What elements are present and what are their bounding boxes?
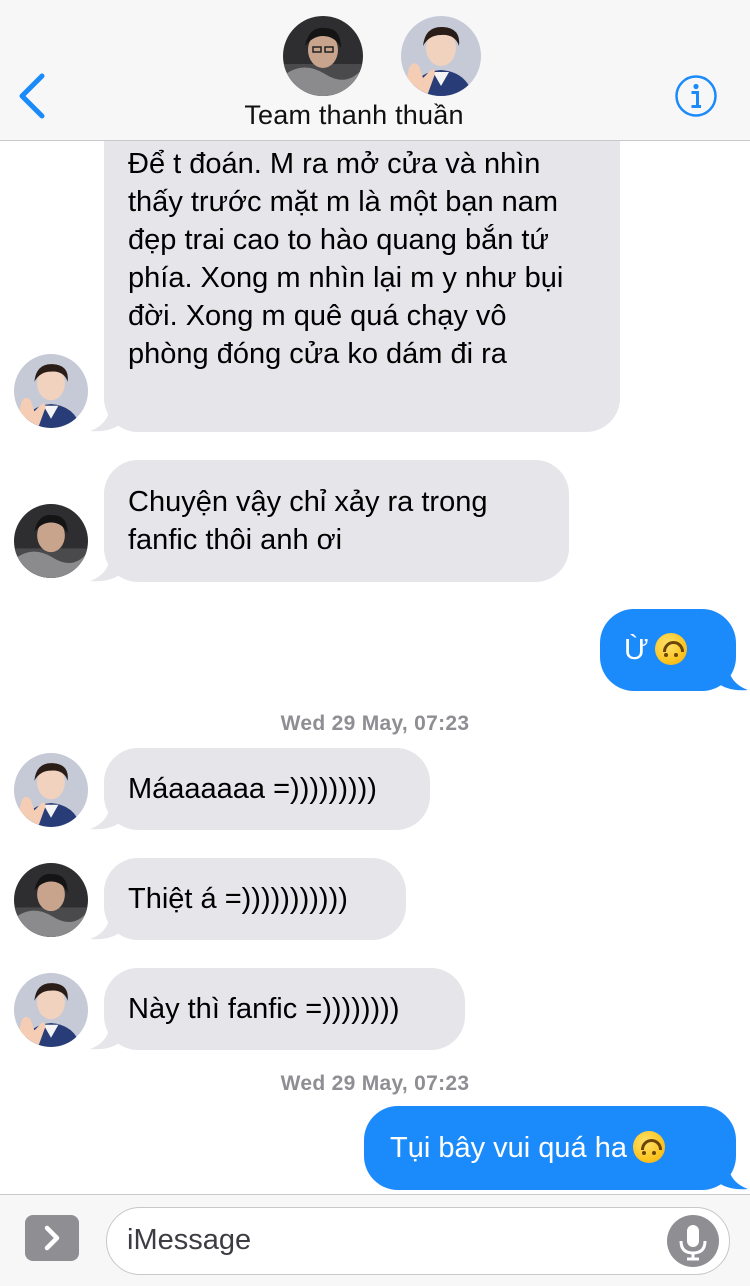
outgoing-message-bubble[interactable]: Tụi bây vui quá ha bbox=[364, 1106, 736, 1190]
person-photo-icon bbox=[401, 16, 481, 96]
compose-bar: iMessage bbox=[0, 1194, 750, 1286]
message-text: Thiệt á =))))))))))) bbox=[128, 883, 348, 915]
message-text: Tụi bây vui quá ha bbox=[390, 1132, 627, 1164]
avatar-friend-b[interactable] bbox=[14, 354, 88, 428]
group-avatars[interactable] bbox=[0, 0, 750, 100]
message-text: Chuyện vậy chỉ xảy ra trong fanfic thôi … bbox=[128, 486, 488, 556]
avatar-friend-b[interactable] bbox=[401, 16, 481, 96]
bubble-tail bbox=[90, 549, 124, 582]
info-icon[interactable] bbox=[674, 74, 718, 118]
bubble-tail bbox=[714, 658, 748, 691]
bubble-tail bbox=[90, 1017, 124, 1050]
bubble-tail bbox=[90, 907, 124, 940]
message-text: Để t đoán. M ra mở cửa và nhìn thấy trướ… bbox=[128, 148, 564, 370]
incoming-message-bubble[interactable]: Này thì fanfic =)))))))) bbox=[104, 968, 465, 1050]
avatar-friend-a[interactable] bbox=[14, 863, 88, 937]
avatar-friend-a[interactable] bbox=[14, 504, 88, 578]
person-photo-icon bbox=[14, 863, 88, 937]
message-timestamp: Wed 29 May, 07:23 bbox=[280, 1072, 470, 1095]
bubble-tail bbox=[90, 399, 124, 432]
conversation-title[interactable]: Team thanh thuần bbox=[0, 100, 708, 131]
person-photo-icon bbox=[283, 16, 363, 96]
incoming-message-bubble[interactable]: Thiệt á =))))))))))) bbox=[104, 858, 406, 940]
person-photo-icon bbox=[14, 354, 88, 428]
input-placeholder: iMessage bbox=[127, 1224, 252, 1256]
microphone-button[interactable] bbox=[667, 1215, 719, 1267]
person-photo-icon bbox=[14, 753, 88, 827]
bubble-tail bbox=[90, 797, 124, 830]
message-timestamp: Wed 29 May, 07:23 bbox=[280, 712, 470, 735]
incoming-message-bubble[interactable]: Để t đoán. M ra mở cửa và nhìn thấy trướ… bbox=[104, 141, 620, 432]
avatar-friend-a[interactable] bbox=[283, 16, 363, 96]
message-text: Này thì fanfic =)))))))) bbox=[128, 993, 400, 1025]
person-photo-icon bbox=[14, 973, 88, 1047]
bubble-tail bbox=[714, 1157, 748, 1190]
message-text: Ừ bbox=[624, 634, 649, 666]
message-text: Máaaaaaa =))))))))) bbox=[128, 773, 377, 805]
apps-drawer-button[interactable] bbox=[25, 1215, 79, 1261]
avatar-friend-b[interactable] bbox=[14, 973, 88, 1047]
upside-down-face-icon bbox=[632, 1131, 665, 1163]
upside-down-face-icon bbox=[654, 633, 687, 665]
conversation-header: Team thanh thuần bbox=[0, 0, 750, 141]
microphone-icon bbox=[679, 1225, 707, 1261]
incoming-message-bubble[interactable]: Máaaaaaa =))))))))) bbox=[104, 748, 430, 830]
imessage-input[interactable]: iMessage bbox=[106, 1207, 730, 1275]
chevron-right-icon bbox=[44, 1225, 60, 1251]
message-list[interactable]: Để t đoán. M ra mở cửa và nhìn thấy trướ… bbox=[0, 141, 750, 1194]
person-photo-icon bbox=[14, 504, 88, 578]
avatar-friend-b[interactable] bbox=[14, 753, 88, 827]
incoming-message-bubble[interactable]: Chuyện vậy chỉ xảy ra trong fanfic thôi … bbox=[104, 460, 569, 582]
